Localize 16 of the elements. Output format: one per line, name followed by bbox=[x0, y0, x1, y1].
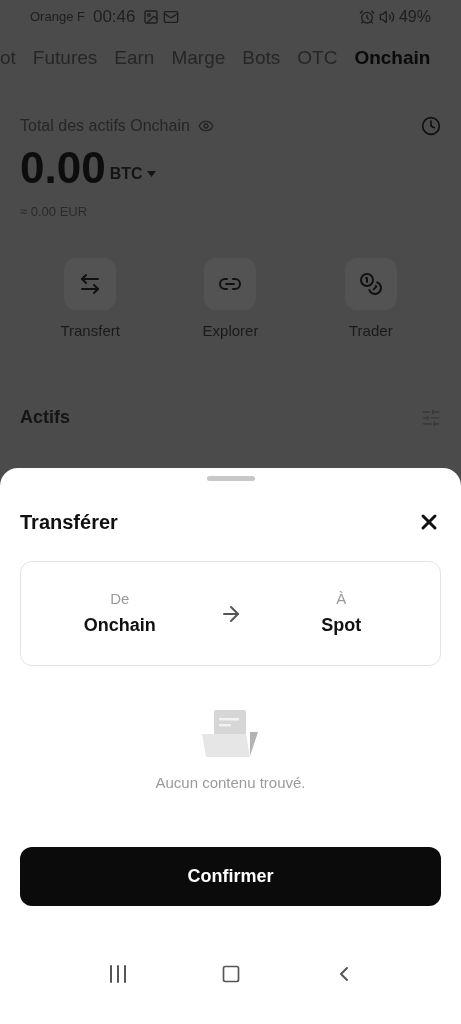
balance-amount: 0.00 bbox=[20, 146, 106, 190]
alarm-icon bbox=[358, 9, 375, 25]
empty-message: Aucun contenu trouvé. bbox=[155, 773, 306, 793]
empty-folder-icon bbox=[201, 710, 260, 758]
image-icon bbox=[143, 9, 160, 25]
mail-icon bbox=[163, 9, 180, 25]
confirm-button[interactable]: Confirmer bbox=[20, 846, 441, 906]
home-icon[interactable] bbox=[220, 963, 241, 984]
tab[interactable]: Onchain bbox=[354, 43, 431, 73]
sheet-title: Transférer bbox=[20, 510, 118, 535]
volume-icon bbox=[378, 9, 395, 25]
from-account[interactable]: De Onchain bbox=[21, 587, 219, 640]
drag-handle[interactable] bbox=[206, 476, 255, 481]
to-account[interactable]: À Spot bbox=[242, 587, 440, 640]
coins-icon bbox=[358, 271, 383, 296]
caret-icon bbox=[146, 171, 156, 177]
